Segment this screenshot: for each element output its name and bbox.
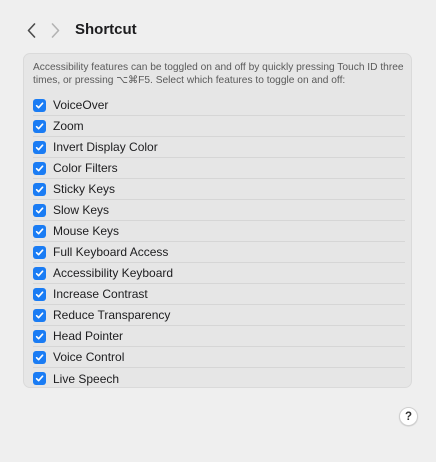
shortcut-description: Accessibility features can be toggled on… bbox=[33, 62, 404, 86]
feature-item[interactable]: Full Keyboard Access bbox=[33, 242, 405, 263]
feature-item[interactable]: Sticky Keys bbox=[33, 179, 405, 200]
checkmark-icon bbox=[35, 227, 44, 234]
feature-list: VoiceOver Zoom Invert Display Color Color F… bbox=[33, 95, 405, 389]
chevron-left-icon bbox=[27, 22, 35, 38]
feature-label: Full Keyboard Access bbox=[53, 245, 169, 259]
feature-label: Increase Contrast bbox=[53, 287, 148, 301]
checkbox[interactable] bbox=[33, 329, 46, 343]
checkbox[interactable] bbox=[33, 266, 46, 280]
feature-label: Color Filters bbox=[53, 161, 118, 175]
feature-item[interactable]: Accessibility Keyboard bbox=[33, 263, 405, 284]
checkbox[interactable] bbox=[33, 245, 46, 259]
checkmark-icon bbox=[35, 101, 44, 108]
feature-label: Invert Display Color bbox=[53, 140, 158, 154]
feature-item[interactable]: Mouse Keys bbox=[33, 221, 405, 242]
checkbox[interactable] bbox=[33, 161, 46, 175]
checkmark-icon bbox=[35, 185, 44, 192]
feature-label: Accessibility Keyboard bbox=[53, 266, 174, 280]
shortcut-panel: Accessibility features can be toggled on… bbox=[23, 53, 412, 388]
checkmark-icon bbox=[35, 311, 44, 318]
feature-label: Mouse Keys bbox=[53, 224, 120, 238]
checkbox[interactable] bbox=[33, 98, 46, 112]
checkmark-icon bbox=[35, 332, 44, 339]
checkbox[interactable] bbox=[33, 203, 46, 217]
checkmark-icon bbox=[35, 122, 44, 129]
checkbox[interactable] bbox=[33, 224, 46, 238]
feature-label: Voice Control bbox=[53, 350, 125, 364]
feature-label: VoiceOver bbox=[53, 98, 109, 112]
forward-button[interactable] bbox=[46, 20, 64, 40]
checkmark-icon bbox=[35, 269, 44, 276]
checkmark-icon bbox=[35, 375, 44, 382]
checkmark-icon bbox=[35, 206, 44, 213]
feature-label: Reduce Transparency bbox=[53, 308, 171, 322]
checkmark-icon bbox=[35, 290, 44, 297]
feature-item[interactable]: Increase Contrast bbox=[33, 284, 405, 305]
back-button[interactable] bbox=[22, 20, 40, 40]
checkbox[interactable] bbox=[33, 308, 46, 322]
feature-label: Zoom bbox=[53, 119, 84, 133]
checkbox[interactable] bbox=[33, 372, 46, 385]
checkmark-icon bbox=[35, 143, 44, 150]
feature-item[interactable]: Slow Keys bbox=[33, 200, 405, 221]
feature-label: Head Pointer bbox=[53, 329, 124, 343]
feature-item[interactable]: VoiceOver bbox=[33, 95, 405, 116]
feature-item[interactable]: Live Speech bbox=[33, 368, 405, 389]
toolbar: Shortcut bbox=[0, 0, 436, 56]
feature-label: Sticky Keys bbox=[53, 182, 116, 196]
checkbox[interactable] bbox=[33, 350, 46, 364]
chevron-right-icon bbox=[51, 22, 59, 38]
feature-item[interactable]: Voice Control bbox=[33, 347, 405, 368]
checkmark-icon bbox=[35, 164, 44, 171]
checkmark-icon bbox=[35, 353, 44, 360]
checkmark-icon bbox=[35, 248, 44, 255]
feature-item[interactable]: Invert Display Color bbox=[33, 137, 405, 158]
checkbox[interactable] bbox=[33, 287, 46, 301]
checkbox[interactable] bbox=[33, 140, 46, 154]
feature-label: Slow Keys bbox=[53, 203, 110, 217]
feature-item[interactable]: Head Pointer bbox=[33, 326, 405, 347]
help-button[interactable]: ? bbox=[399, 407, 418, 426]
feature-item[interactable]: Color Filters bbox=[33, 158, 405, 179]
checkbox[interactable] bbox=[33, 182, 46, 196]
page-title: Shortcut bbox=[75, 21, 137, 38]
checkbox[interactable] bbox=[33, 119, 46, 133]
feature-label: Live Speech bbox=[53, 371, 120, 386]
feature-item[interactable]: Zoom bbox=[33, 116, 405, 137]
feature-item[interactable]: Reduce Transparency bbox=[33, 305, 405, 326]
